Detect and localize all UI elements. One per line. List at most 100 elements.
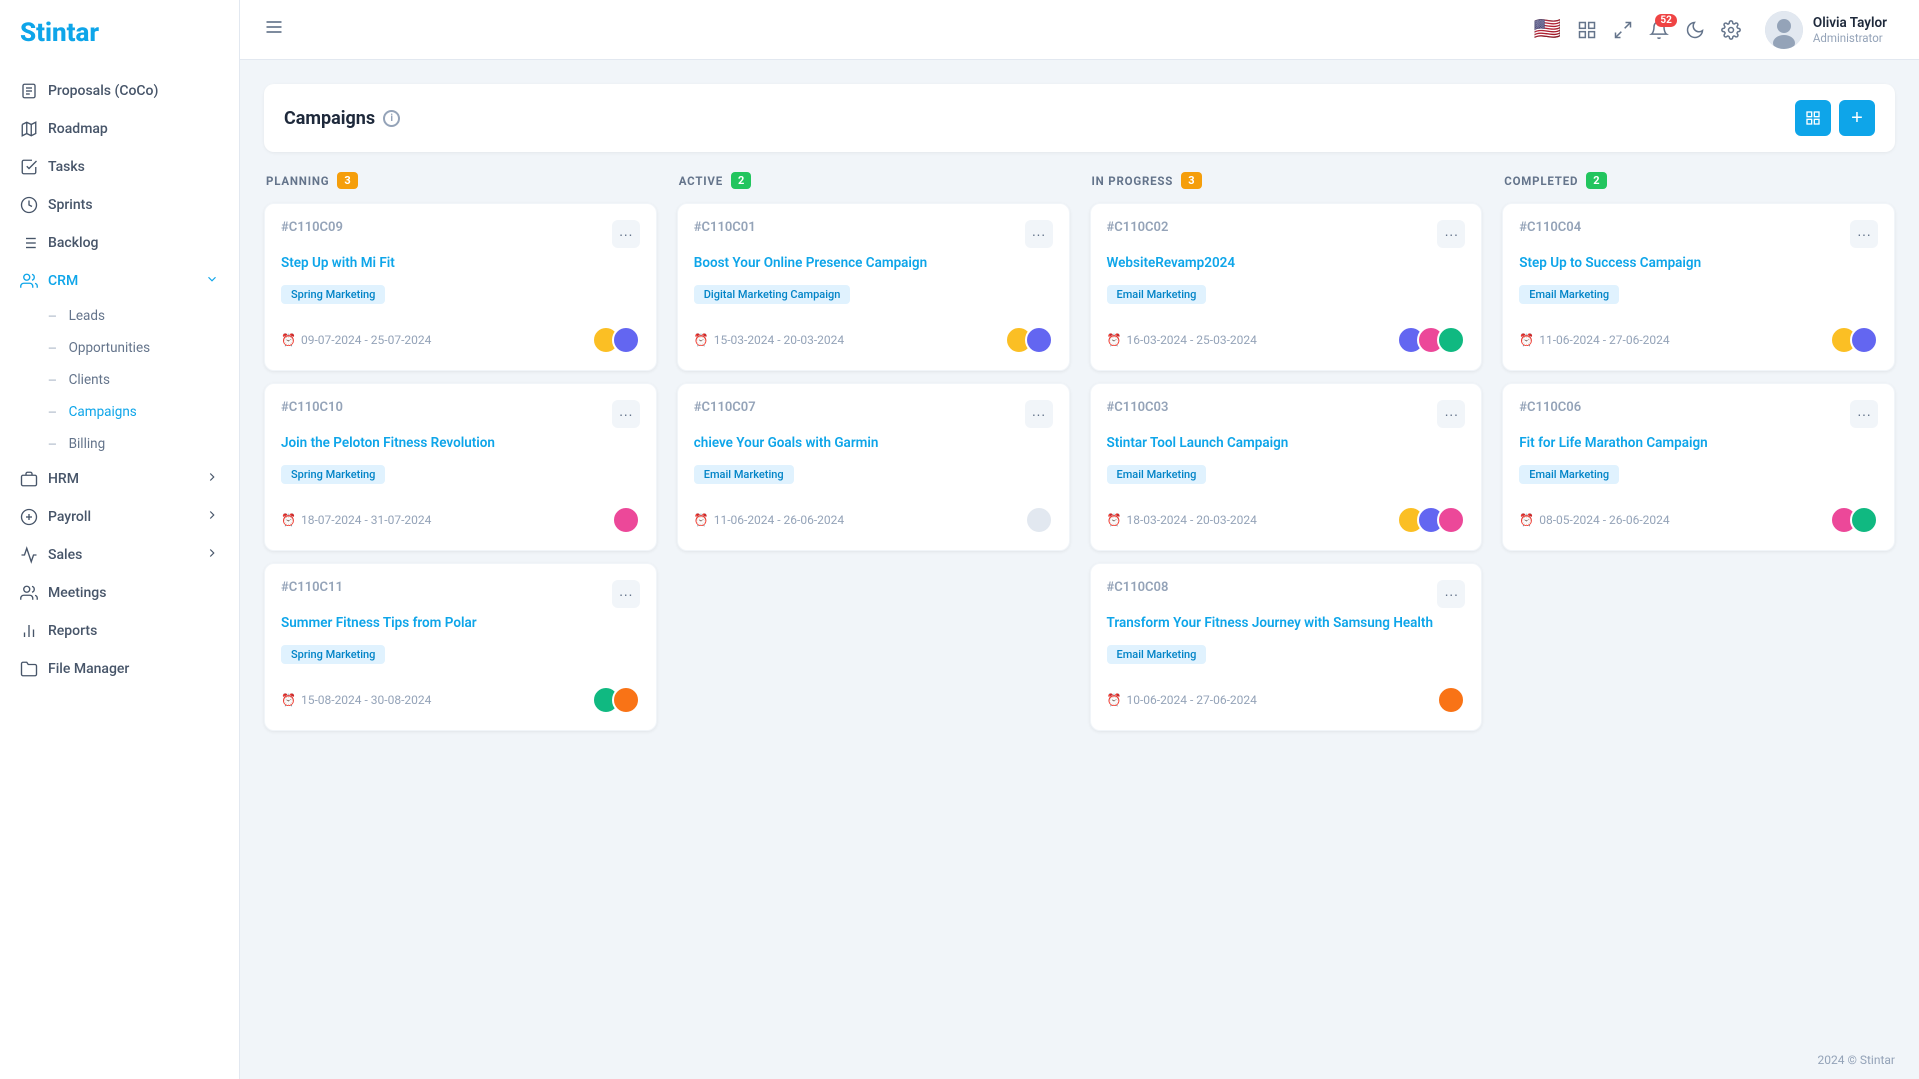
clock-icon: ⏰ [281, 333, 296, 347]
card-date-text: 11-06-2024 - 27-06-2024 [1539, 333, 1669, 347]
sidebar-item-payroll-label: Payroll [48, 509, 91, 525]
kanban-board: PLANNING 3 #C110C09 ··· Step Up with Mi … [264, 172, 1895, 743]
card-date: ⏰ 10-06-2024 - 27-06-2024 [1107, 693, 1257, 707]
card-menu-button[interactable]: ··· [1025, 220, 1053, 248]
card-tag: Email Marketing [1107, 645, 1207, 664]
card-menu-button[interactable]: ··· [1437, 220, 1465, 248]
content-area: Campaigns i + PLANNING 3 #C110C09 ··· St… [240, 60, 1919, 1041]
reports-icon [20, 622, 38, 640]
grid-view-button[interactable] [1795, 100, 1831, 136]
sidebar-item-sales[interactable]: Sales [0, 536, 239, 574]
theme-toggle-button[interactable] [1685, 20, 1705, 40]
card-C110C09[interactable]: #C110C09 ··· Step Up with Mi Fit Spring … [264, 203, 657, 371]
card-title: Fit for Life Marathon Campaign [1519, 434, 1878, 453]
sidebar-item-backlog[interactable]: Backlog [0, 224, 239, 262]
card-date: ⏰ 15-03-2024 - 20-03-2024 [694, 333, 844, 347]
sidebar-item-billing-label: Billing [69, 436, 106, 452]
card-tag: Email Marketing [1107, 465, 1207, 484]
avatar-sm [1850, 506, 1878, 534]
card-C110C11[interactable]: #C110C11 ··· Summer Fitness Tips from Po… [264, 563, 657, 731]
card-avatars [612, 506, 640, 534]
card-id: #C110C03 [1107, 400, 1169, 415]
card-menu-button[interactable]: ··· [612, 400, 640, 428]
check-icon [20, 158, 38, 176]
card-date-text: 08-05-2024 - 26-06-2024 [1539, 513, 1669, 527]
sidebar-item-billing[interactable]: Billing [48, 428, 239, 460]
card-C110C01[interactable]: #C110C01 ··· Boost Your Online Presence … [677, 203, 1070, 371]
card-C110C10[interactable]: #C110C10 ··· Join the Peloton Fitness Re… [264, 383, 657, 551]
notification-button[interactable]: 52 [1649, 20, 1669, 40]
sidebar-item-reports[interactable]: Reports [0, 612, 239, 650]
card-id: #C110C02 [1107, 220, 1169, 235]
card-date: ⏰ 09-07-2024 - 25-07-2024 [281, 333, 431, 347]
hrm-icon [20, 470, 38, 488]
card-title: Step Up to Success Campaign [1519, 254, 1878, 273]
sidebar-item-tasks[interactable]: Tasks [0, 148, 239, 186]
card-id: #C110C09 [281, 220, 343, 235]
card-menu-button[interactable]: ··· [1437, 400, 1465, 428]
sidebar-item-roadmap[interactable]: Roadmap [0, 110, 239, 148]
add-campaign-button[interactable]: + [1839, 100, 1875, 136]
sidebar-item-hrm[interactable]: HRM [0, 460, 239, 498]
avatar [1765, 11, 1803, 49]
apps-button[interactable] [1577, 20, 1597, 40]
clock-icon: ⏰ [1519, 333, 1534, 347]
card-footer: ⏰ 09-07-2024 - 25-07-2024 [281, 326, 640, 354]
card-id: #C110C10 [281, 400, 343, 415]
card-avatars [1005, 326, 1053, 354]
card-date-text: 18-07-2024 - 31-07-2024 [301, 513, 431, 527]
card-C110C08[interactable]: #C110C08 ··· Transform Your Fitness Jour… [1090, 563, 1483, 731]
sidebar-item-leads[interactable]: Leads [48, 300, 239, 332]
footer: 2024 © Stintar [240, 1041, 1919, 1079]
avatar-sm [1437, 506, 1465, 534]
user-profile[interactable]: Olivia Taylor Administrator [1757, 7, 1895, 53]
sidebar-item-leads-label: Leads [69, 308, 105, 324]
card-footer: ⏰ 10-06-2024 - 27-06-2024 [1107, 686, 1466, 714]
card-header: #C110C04 ··· [1519, 220, 1878, 248]
document-icon [20, 82, 38, 100]
sidebar-item-campaigns[interactable]: Campaigns [48, 396, 239, 428]
sidebar-item-crm[interactable]: CRM [0, 262, 239, 300]
card-header: #C110C07 ··· [694, 400, 1053, 428]
card-C110C07[interactable]: #C110C07 ··· chieve Your Goals with Garm… [677, 383, 1070, 551]
card-avatars [1830, 506, 1878, 534]
layout-button[interactable] [1613, 20, 1633, 40]
card-footer: ⏰ 15-08-2024 - 30-08-2024 [281, 686, 640, 714]
settings-button[interactable] [1721, 20, 1741, 40]
card-date-text: 15-03-2024 - 20-03-2024 [714, 333, 844, 347]
clock-icon: ⏰ [1107, 513, 1122, 527]
sidebar-item-file-manager[interactable]: File Manager [0, 650, 239, 688]
card-avatars [1397, 506, 1465, 534]
menu-toggle-button[interactable] [264, 17, 284, 42]
sidebar-item-crm-label: CRM [48, 273, 78, 289]
nav-section-main: Proposals (CoCo) Roadmap Tasks Sprints B [0, 66, 239, 694]
card-date-text: 10-06-2024 - 27-06-2024 [1126, 693, 1256, 707]
card-menu-button[interactable]: ··· [1437, 580, 1465, 608]
card-C110C06[interactable]: #C110C06 ··· Fit for Life Marathon Campa… [1502, 383, 1895, 551]
sidebar-item-proposals[interactable]: Proposals (CoCo) [0, 72, 239, 110]
card-C110C04[interactable]: #C110C04 ··· Step Up to Success Campaign… [1502, 203, 1895, 371]
card-menu-button[interactable]: ··· [1850, 220, 1878, 248]
sidebar-item-sprints[interactable]: Sprints [0, 186, 239, 224]
sidebar-item-sales-label: Sales [48, 547, 82, 563]
card-C110C03[interactable]: #C110C03 ··· Stintar Tool Launch Campaig… [1090, 383, 1483, 551]
card-date: ⏰ 18-03-2024 - 20-03-2024 [1107, 513, 1257, 527]
card-menu-button[interactable]: ··· [1025, 400, 1053, 428]
card-C110C02[interactable]: #C110C02 ··· WebsiteRevamp2024 Email Mar… [1090, 203, 1483, 371]
card-menu-button[interactable]: ··· [1850, 400, 1878, 428]
card-avatars [1397, 326, 1465, 354]
card-menu-button[interactable]: ··· [612, 580, 640, 608]
sidebar-item-meetings[interactable]: Meetings [0, 574, 239, 612]
info-icon[interactable]: i [383, 110, 400, 127]
card-date-text: 11-06-2024 - 26-06-2024 [714, 513, 844, 527]
card-menu-button[interactable]: ··· [612, 220, 640, 248]
flag-button[interactable]: 🇺🇸 [1534, 17, 1561, 42]
sidebar-item-opportunities[interactable]: Opportunities [48, 332, 239, 364]
user-name: Olivia Taylor [1813, 15, 1887, 31]
map-icon [20, 120, 38, 138]
sidebar-item-clients[interactable]: Clients [48, 364, 239, 396]
avatar-sm [1437, 326, 1465, 354]
card-tag: Email Marketing [1107, 285, 1207, 304]
sidebar-item-payroll[interactable]: Payroll [0, 498, 239, 536]
logo[interactable]: Stintar [0, 0, 239, 66]
